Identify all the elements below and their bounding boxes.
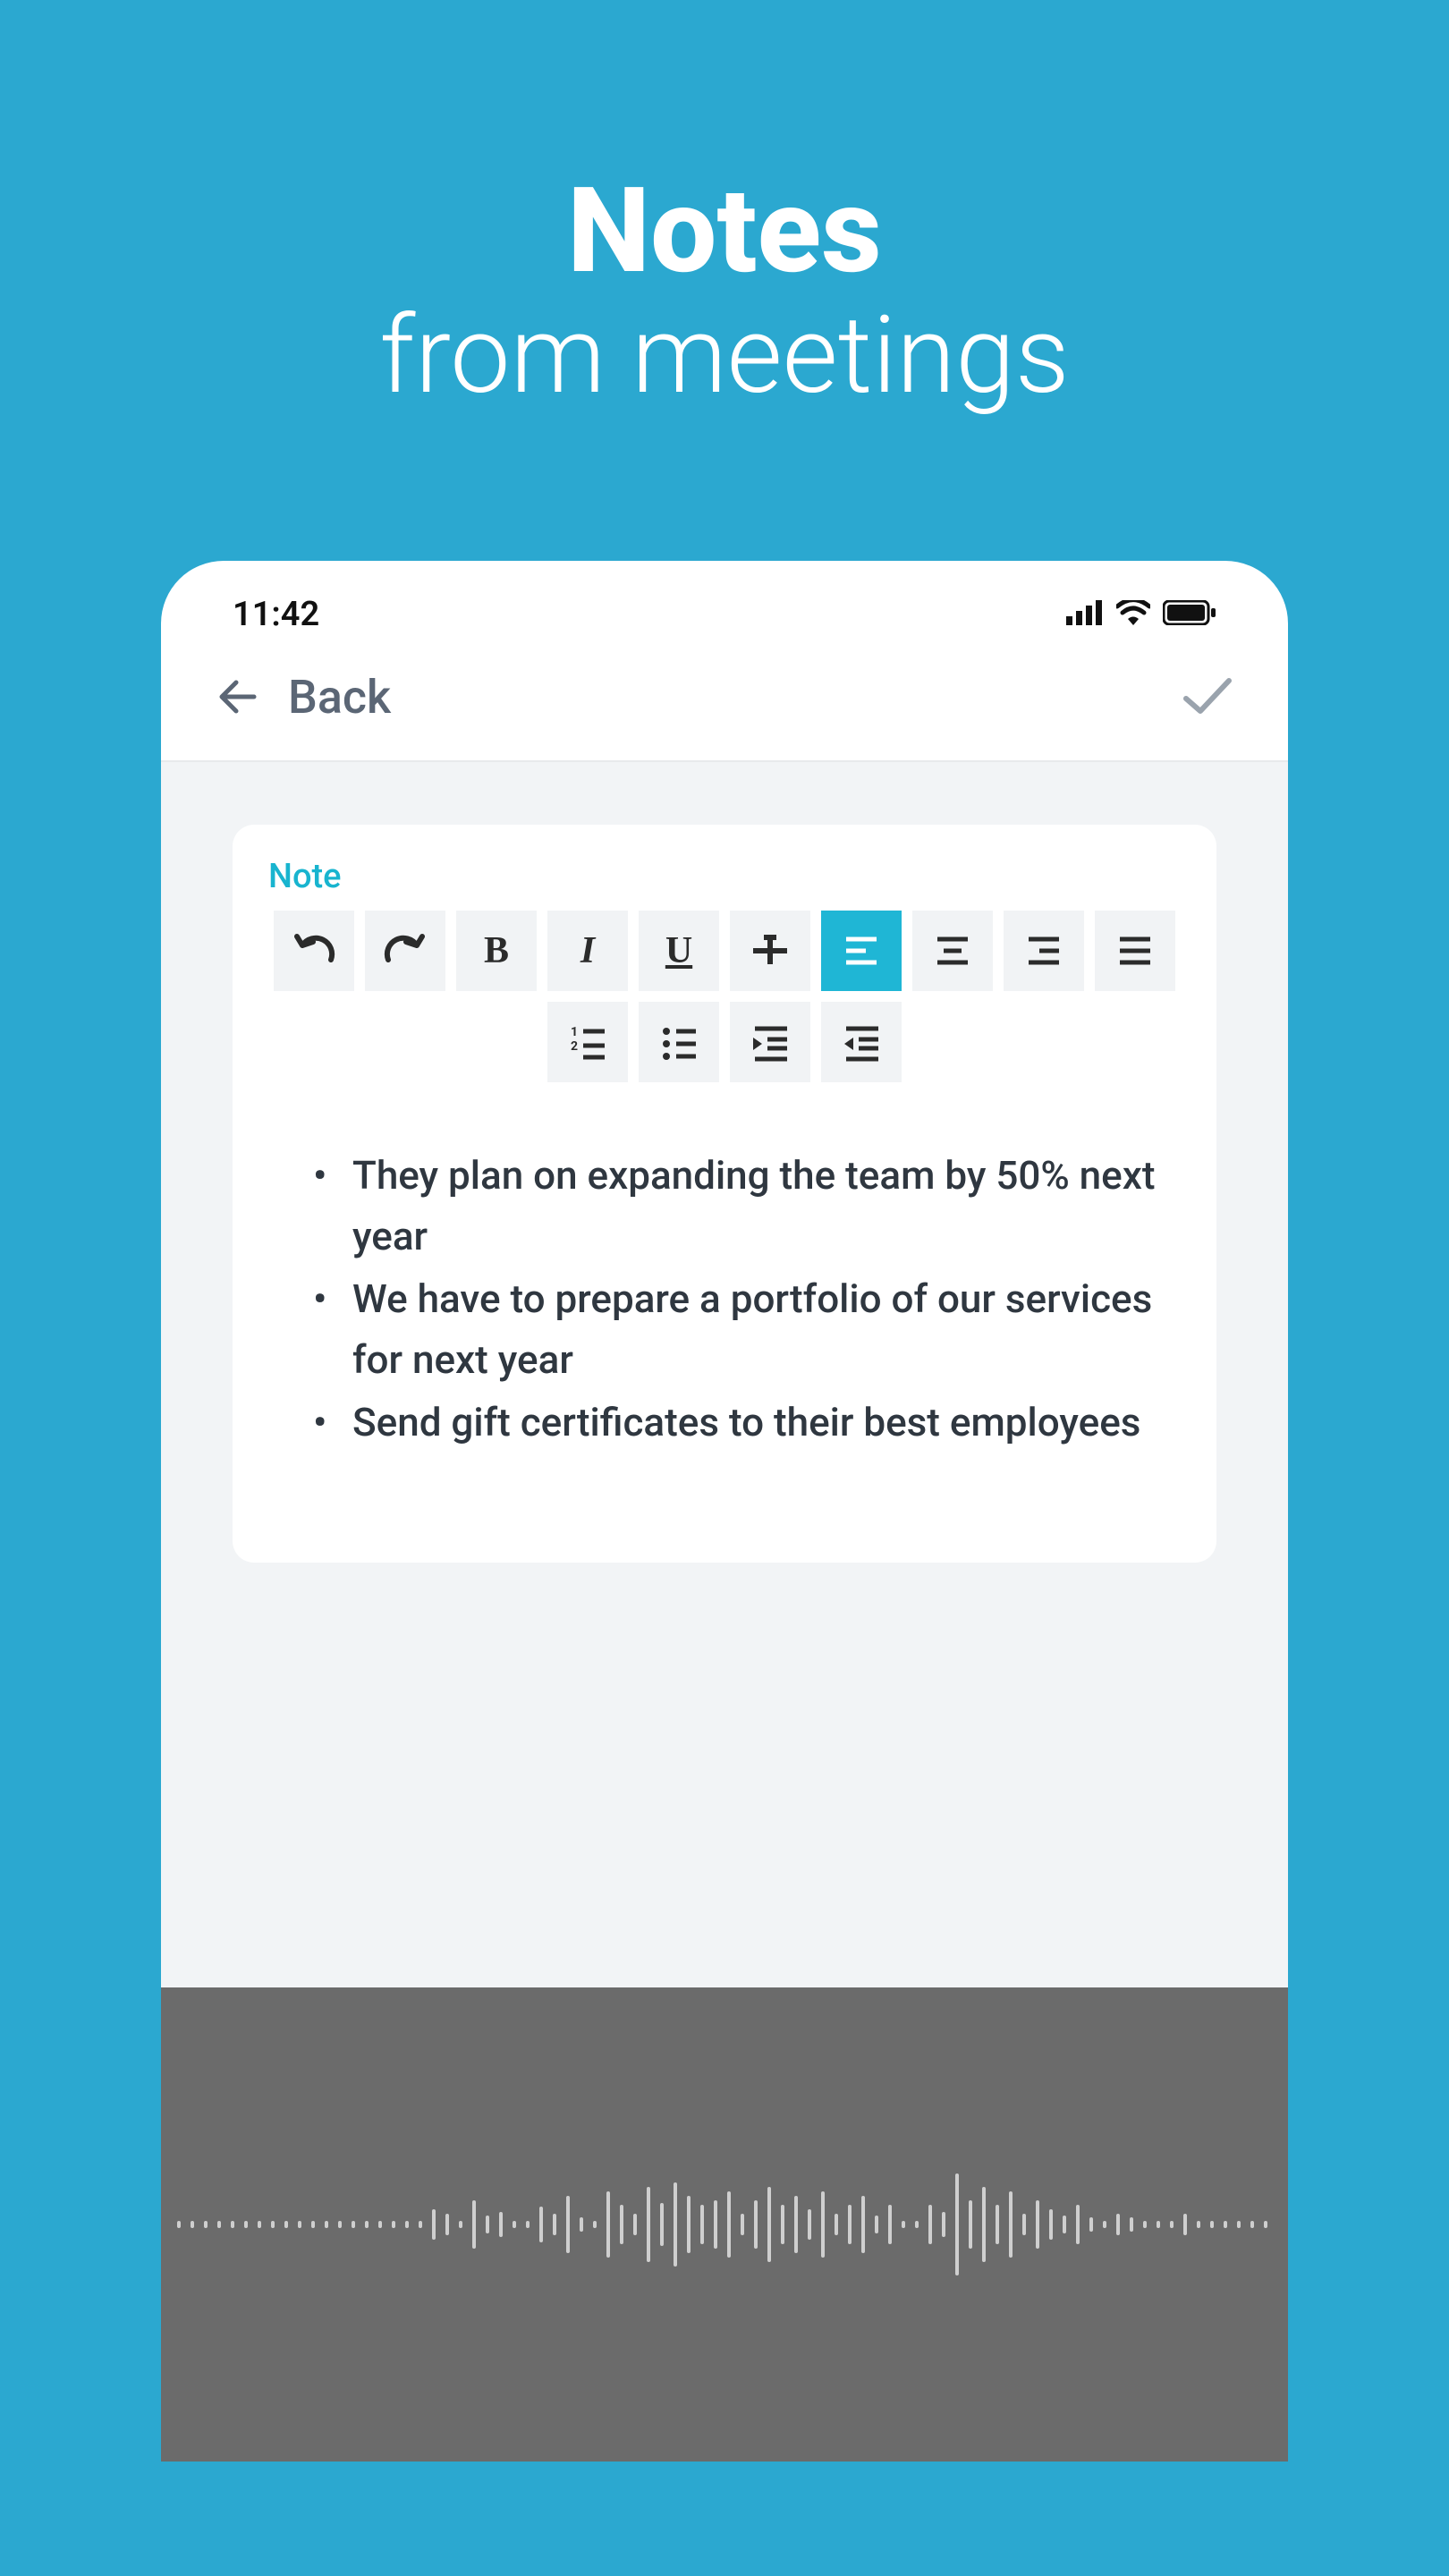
status-icons — [1066, 595, 1216, 634]
note-body[interactable]: They plan on expanding the team by 50% n… — [268, 1145, 1181, 1453]
align-right-button[interactable] — [1004, 911, 1084, 991]
confirm-button[interactable] — [1181, 674, 1234, 720]
toolbar-row-2: 12 — [268, 1002, 1181, 1082]
bullet-list-icon — [657, 1020, 701, 1064]
status-time: 11:42 — [233, 595, 319, 634]
waveform-icon — [161, 2153, 1288, 2296]
redo-button[interactable] — [365, 911, 445, 991]
align-center-button[interactable] — [912, 911, 993, 991]
bullet-list-button[interactable] — [639, 1002, 719, 1082]
wifi-icon — [1116, 595, 1150, 634]
arrow-left-icon — [215, 675, 258, 718]
strike-icon — [748, 928, 792, 973]
status-bar: 11:42 — [161, 561, 1288, 643]
italic-button[interactable]: I — [547, 911, 628, 991]
note-label: Note — [268, 857, 1181, 896]
redo-icon — [383, 933, 428, 969]
ordered-list-icon: 12 — [565, 1020, 610, 1064]
note-card: Note B I U 12 They pl — [233, 825, 1216, 1563]
audio-panel — [161, 1987, 1288, 2462]
indent-icon — [748, 1020, 792, 1064]
cellular-icon — [1066, 595, 1104, 634]
ordered-list-button[interactable]: 12 — [547, 1002, 628, 1082]
bold-icon: B — [484, 929, 509, 972]
promo-subtitle: from meetings — [0, 294, 1449, 418]
list-item: Send gift certificates to their best emp… — [313, 1392, 1163, 1453]
toolbar-row-1: B I U — [268, 911, 1181, 991]
align-right-icon — [1021, 928, 1066, 973]
underline-icon: U — [665, 929, 692, 972]
italic-icon: I — [580, 929, 595, 972]
undo-button[interactable] — [274, 911, 354, 991]
list-item: We have to prepare a portfolio of our se… — [313, 1268, 1163, 1390]
list-item: They plan on expanding the team by 50% n… — [313, 1145, 1163, 1267]
check-icon — [1181, 674, 1234, 720]
align-left-button[interactable] — [821, 911, 902, 991]
svg-text:1: 1 — [571, 1025, 578, 1039]
back-button[interactable]: Back — [215, 670, 391, 724]
nav-bar: Back — [161, 643, 1288, 762]
promo-heading: Notes from meetings — [0, 0, 1449, 418]
align-center-icon — [930, 928, 975, 973]
content-area: Note B I U 12 They pl — [161, 762, 1288, 1987]
phone-frame: 11:42 Back Note — [161, 561, 1288, 2462]
outdent-button[interactable] — [821, 1002, 902, 1082]
outdent-icon — [839, 1020, 884, 1064]
bold-button[interactable]: B — [456, 911, 537, 991]
promo-title: Notes — [0, 170, 1449, 294]
indent-button[interactable] — [730, 1002, 810, 1082]
align-left-icon — [839, 928, 884, 973]
svg-text:2: 2 — [571, 1039, 578, 1054]
battery-icon — [1163, 595, 1216, 634]
align-justify-icon — [1113, 928, 1157, 973]
back-label: Back — [288, 670, 391, 724]
strike-button[interactable] — [730, 911, 810, 991]
align-justify-button[interactable] — [1095, 911, 1175, 991]
underline-button[interactable]: U — [639, 911, 719, 991]
undo-icon — [292, 933, 336, 969]
